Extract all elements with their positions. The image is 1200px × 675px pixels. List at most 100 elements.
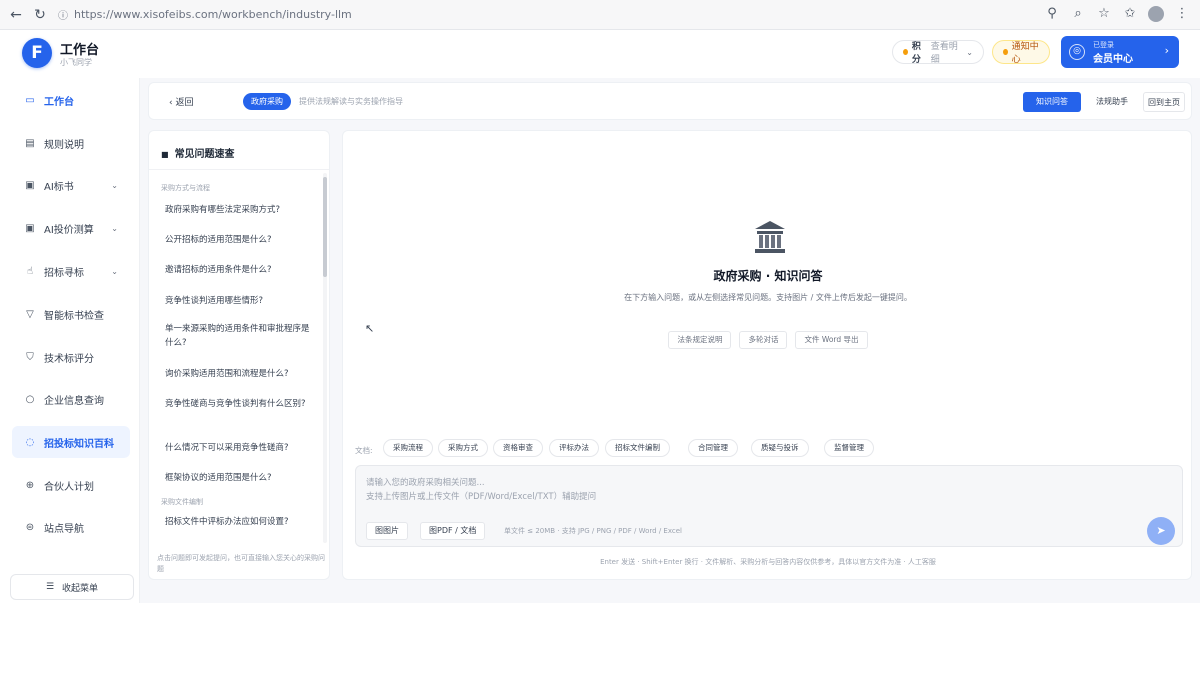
- sidebar-item-knowledge[interactable]: ◌ 招投标知识百科: [12, 426, 130, 458]
- search-icon: ○: [25, 393, 35, 405]
- faq-question[interactable]: 竞争性磋商与竞争性谈判有什么区别?: [165, 397, 315, 411]
- sidebar-item-site-nav[interactable]: ⊜ 站点导航: [12, 511, 130, 543]
- scrollbar-thumb[interactable]: [323, 177, 327, 277]
- member-center-button[interactable]: ◎ 已登录 会员中心 ›: [1061, 36, 1179, 68]
- points-label: 积分: [911, 42, 921, 65]
- chevron-down-icon: ⌄: [111, 180, 118, 190]
- sidebar-item-tech-score[interactable]: ⛉ 技术标评分: [12, 341, 130, 373]
- notice-center-button[interactable]: 通知中心: [992, 40, 1050, 65]
- main-content: ‹ 返回 政府采购 提供法规解读与实务操作指导 知识问答 法规助手 回到主页 ■…: [140, 78, 1200, 603]
- tab-regulation-assistant[interactable]: 法规助手: [1085, 92, 1139, 112]
- site-info-icon[interactable]: ⓘ: [58, 7, 68, 22]
- coin-icon: [903, 49, 908, 55]
- brand-logo[interactable]: F: [22, 38, 52, 68]
- upload-hint: 单文件 ≤ 20MB · 支持 JPG / PNG / PDF / Word /…: [504, 527, 682, 535]
- collapse-menu-button[interactable]: ☰ 收起菜单: [10, 574, 134, 600]
- hero-title: 政府采购 · 知识问答: [713, 269, 823, 283]
- category-tag: 政府采购: [243, 93, 291, 110]
- sidebar-item-label: 合伙人计划: [44, 481, 94, 493]
- sidebar-item-label: 招投标知识百科: [44, 438, 114, 450]
- faq-question[interactable]: 公开招标的适用范围是什么?: [165, 233, 315, 247]
- menu-icon[interactable]: ⋮: [1174, 6, 1190, 22]
- chevron-right-icon: ›: [1164, 44, 1169, 57]
- reload-icon[interactable]: ↻: [32, 7, 48, 23]
- chevron-down-icon: ⌄: [966, 47, 973, 57]
- faq-group-label: 采购方式与流程: [161, 184, 210, 192]
- search-bid-icon: ☝: [26, 265, 34, 277]
- sidebar-item-ai-pricing[interactable]: ▣ AI投价测算 ⌄: [12, 212, 130, 244]
- faq-question[interactable]: 单一来源采购的适用条件和审批程序是什么?: [165, 322, 315, 350]
- quick-topic-chip[interactable]: 资格审查: [493, 439, 543, 457]
- browser-toolbar: ← ↻ ⓘ https://www.xisofeibs.com/workbenc…: [0, 0, 1200, 30]
- back-label: 返回: [175, 98, 194, 108]
- back-arrow-icon[interactable]: ←: [8, 7, 24, 23]
- menu-lines-icon: ☰: [45, 582, 55, 592]
- sidebar-item-bid-search[interactable]: ☝ 招标寻标 ⌄: [12, 255, 130, 287]
- collapse-label: 收起菜单: [62, 583, 99, 594]
- ai-calc-icon: ▣: [25, 222, 35, 234]
- faq-question[interactable]: 招标文件中评标办法应如何设置?: [165, 515, 315, 529]
- chevron-down-icon: ⌄: [111, 266, 118, 276]
- brand-subtitle: 小飞同学: [60, 58, 92, 67]
- ai-doc-icon: ▣: [25, 179, 35, 191]
- feature-chip: 法条规定说明: [668, 331, 732, 349]
- sidebar-item-label: 企业信息查询: [44, 395, 104, 407]
- points-value: 查看明细: [930, 42, 958, 65]
- user-circle-icon: ◎: [1069, 44, 1085, 60]
- government-building-icon: [755, 221, 785, 253]
- sidebar-item-label: 技术标评分: [44, 353, 94, 365]
- faq-question[interactable]: 框架协议的适用范围是什么?: [165, 471, 315, 485]
- question-input[interactable]: 请输入您的政府采购相关问题... 支持上传图片或上传文件（PDF/Word/Ex…: [355, 465, 1183, 547]
- faq-question[interactable]: 询价采购适用范围和流程是什么?: [165, 367, 315, 381]
- points-dropdown[interactable]: 积分 查看明细 ⌄: [892, 40, 984, 65]
- sidebar-item-workbench[interactable]: ▭ 工作台: [12, 84, 130, 116]
- faq-question[interactable]: 竞争性谈判适用哪些情形?: [165, 294, 315, 308]
- faq-panel: ■ 常见问题速查 采购方式与流程 政府采购有哪些法定采购方式? 公开招标的适用范围…: [148, 130, 330, 580]
- faq-question[interactable]: 政府采购有哪些法定采购方式?: [165, 203, 315, 217]
- sidebar-item-partner[interactable]: ⊕ 合伙人计划: [12, 469, 130, 501]
- score-icon: ⛉: [26, 351, 34, 363]
- chevron-down-icon: ⌄: [111, 223, 118, 233]
- extensions-icon[interactable]: ✩: [1122, 6, 1138, 22]
- partner-icon: ⊕: [25, 479, 35, 491]
- sidebar-item-label: AI标书: [44, 181, 74, 193]
- quick-topic-chip[interactable]: 采购方式: [438, 439, 488, 457]
- profile-avatar[interactable]: [1148, 6, 1164, 22]
- sidebar-item-company-search[interactable]: ○ 企业信息查询: [12, 383, 130, 415]
- monitor-icon: ▭: [25, 94, 35, 106]
- send-icon: ➤: [1156, 524, 1166, 537]
- faq-question[interactable]: 邀请招标的适用条件是什么?: [165, 263, 315, 277]
- key-icon[interactable]: ⚲: [1044, 6, 1060, 22]
- back-button[interactable]: ‹ 返回: [169, 95, 193, 108]
- quick-topic-chip[interactable]: 采购流程: [383, 439, 433, 457]
- sidebar-item-label: 站点导航: [44, 523, 84, 535]
- feature-chips: 法条规定说明 多轮对话 文件 Word 导出: [343, 331, 1193, 349]
- star-icon[interactable]: ☆: [1096, 6, 1112, 22]
- quick-topic-chip[interactable]: 合同管理: [688, 439, 738, 457]
- faq-question[interactable]: 什么情况下可以采用竞争性磋商?: [165, 441, 315, 455]
- faq-title: ■ 常见问题速查: [161, 145, 235, 160]
- address-bar[interactable]: ⓘ https://www.xisofeibs.com/workbench/in…: [58, 5, 352, 25]
- send-button[interactable]: ➤: [1147, 517, 1175, 545]
- quick-topic-chip[interactable]: 监督管理: [824, 439, 874, 457]
- hero-description: 在下方输入问题，或从左侧选择常见问题。支持图片 / 文件上传后发起一键提问。: [624, 293, 912, 302]
- sidebar-item-label: AI投价测算: [44, 224, 94, 236]
- quick-topic-chip[interactable]: 质疑与投诉: [751, 439, 809, 457]
- zoom-icon[interactable]: ⌕: [1070, 6, 1086, 22]
- quick-topic-chip[interactable]: 评标办法: [549, 439, 599, 457]
- sidebar-item-label: 招标寻标: [44, 267, 84, 279]
- upload-file-button[interactable]: 图PDF / 文档: [420, 522, 486, 540]
- upload-image-button[interactable]: 图图片: [366, 522, 408, 540]
- sidebar-item-bid-check[interactable]: ▽ 智能标书检查: [12, 298, 130, 330]
- quick-topic-chip[interactable]: 招标文件编制: [605, 439, 670, 457]
- home-button[interactable]: 回到主页: [1143, 92, 1185, 112]
- sidebar: ▭ 工作台 ▤ 规则说明 ▣ AI标书 ⌄ ▣ AI投价测算 ⌄ ☝ 招标寻标 …: [0, 78, 140, 603]
- doc-icon: ▤: [25, 137, 35, 149]
- sidebar-item-ai-bid[interactable]: ▣ AI标书 ⌄: [12, 169, 130, 201]
- sidebar-item-rules[interactable]: ▤ 规则说明: [12, 127, 130, 159]
- tab-knowledge-qa[interactable]: 知识问答: [1023, 92, 1081, 112]
- feature-chip: 文件 Word 导出: [795, 331, 868, 349]
- input-placeholder-hint: 支持上传图片或上传文件（PDF/Word/Excel/TXT）辅助提问: [366, 492, 597, 502]
- faq-group-label: 采购文件编制: [161, 498, 203, 506]
- bell-icon: [1003, 49, 1008, 55]
